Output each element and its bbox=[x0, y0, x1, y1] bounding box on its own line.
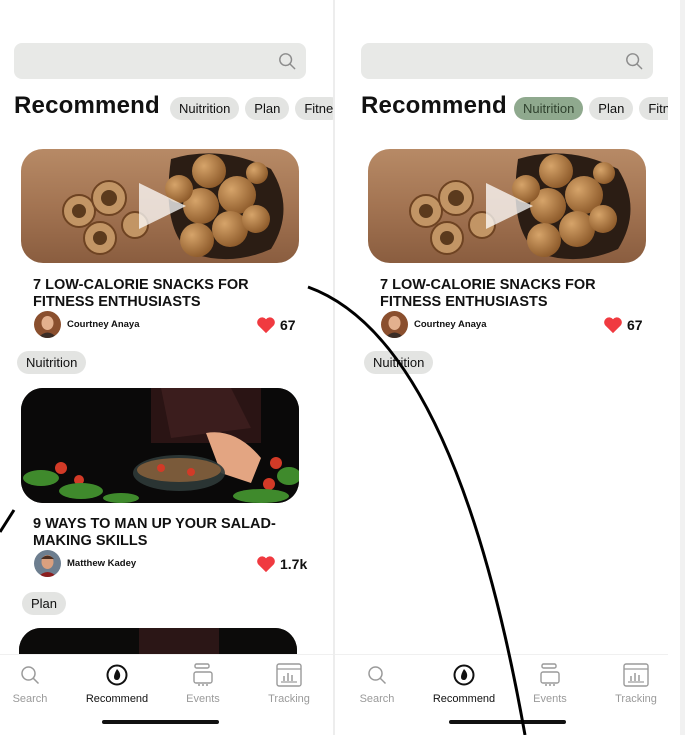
author-name: Courtney Anaya bbox=[67, 319, 140, 330]
author[interactable]: Courtney Anaya bbox=[34, 311, 140, 338]
tab-events[interactable]: Events bbox=[163, 661, 243, 705]
tab-label: Recommend bbox=[432, 693, 496, 705]
chip-fitness[interactable]: Fitne bbox=[639, 97, 668, 120]
heart-icon[interactable] bbox=[603, 316, 623, 334]
like-count-value: 1.7k bbox=[280, 556, 308, 572]
tab-label: Recommend bbox=[85, 693, 149, 705]
tracking-icon bbox=[276, 663, 302, 687]
salad-image[interactable] bbox=[21, 388, 299, 503]
walnut-video-thumbnail[interactable] bbox=[368, 149, 646, 263]
like-count[interactable]: 67 bbox=[256, 316, 296, 334]
author-name: Courtney Anaya bbox=[414, 319, 487, 330]
tab-label: Tracking bbox=[615, 693, 657, 705]
avatar bbox=[34, 550, 61, 577]
article-tag[interactable]: Plan bbox=[22, 592, 67, 615]
search-input[interactable] bbox=[14, 43, 306, 79]
chip-plan[interactable]: Plan bbox=[245, 97, 290, 120]
search-icon bbox=[368, 666, 387, 685]
article-title[interactable]: 7 LOW-CALORIE SNACKS FOR FITNESS ENTHUSI… bbox=[33, 277, 303, 311]
tab-recommend[interactable]: Recommend bbox=[77, 661, 157, 705]
search-icon bbox=[21, 666, 40, 685]
walnut-video-thumbnail[interactable] bbox=[21, 149, 299, 263]
heart-icon[interactable] bbox=[256, 555, 276, 573]
tab-search[interactable]: Search bbox=[337, 661, 417, 705]
article-tag[interactable]: Nuitrition bbox=[17, 351, 87, 374]
like-count-value: 67 bbox=[280, 317, 296, 333]
tab-label: Events bbox=[186, 693, 220, 705]
tab-label: Tracking bbox=[268, 693, 310, 705]
tab-tracking[interactable]: Tracking bbox=[596, 661, 668, 705]
walnut-photo bbox=[409, 153, 631, 260]
tracking-icon bbox=[623, 663, 649, 687]
author-name: Matthew Kadey bbox=[67, 558, 137, 569]
screen-edge bbox=[680, 0, 685, 735]
events-icon bbox=[540, 663, 560, 686]
page-title: Recommend bbox=[361, 92, 507, 119]
like-count-value: 67 bbox=[627, 317, 643, 333]
like-count[interactable]: 67 bbox=[603, 316, 643, 334]
recommend-icon bbox=[453, 664, 475, 686]
author[interactable]: Courtney Anaya bbox=[381, 311, 487, 338]
screen-default: Recommend Nuitrition Plan Fitne 7 LOW-CA… bbox=[0, 0, 333, 735]
salad-photo bbox=[21, 388, 299, 503]
tab-tracking[interactable]: Tracking bbox=[249, 661, 329, 705]
events-icon bbox=[193, 663, 213, 686]
walnut-photo bbox=[62, 153, 284, 260]
category-chips: Nuitrition Plan Fitne bbox=[170, 97, 333, 120]
search-input[interactable] bbox=[361, 43, 653, 79]
home-indicator[interactable] bbox=[449, 720, 566, 724]
chip-nutrition[interactable]: Nuitrition bbox=[170, 97, 240, 120]
page-title: Recommend bbox=[14, 92, 160, 119]
screen-nutrition-selected: Recommend Nuitrition Plan Fitne 7 LOW-CA… bbox=[335, 0, 668, 735]
avatar bbox=[381, 311, 408, 338]
author[interactable]: Matthew Kadey bbox=[34, 550, 136, 577]
chip-nutrition[interactable]: Nuitrition bbox=[514, 97, 584, 120]
search-icon[interactable] bbox=[625, 52, 643, 70]
avatar bbox=[34, 311, 61, 338]
article-title[interactable]: 7 LOW-CALORIE SNACKS FOR FITNESS ENTHUSI… bbox=[380, 277, 650, 311]
tab-label: Search bbox=[12, 693, 48, 705]
heart-icon[interactable] bbox=[256, 316, 276, 334]
chip-fitness[interactable]: Fitne bbox=[295, 97, 333, 120]
tab-search[interactable]: Search bbox=[0, 661, 70, 705]
chip-plan[interactable]: Plan bbox=[589, 97, 634, 120]
article-tag[interactable]: Nuitrition bbox=[364, 351, 434, 374]
home-indicator[interactable] bbox=[102, 720, 219, 724]
recommend-icon bbox=[106, 664, 128, 686]
tab-events[interactable]: Events bbox=[510, 661, 590, 705]
search-icon[interactable] bbox=[278, 52, 296, 70]
like-count[interactable]: 1.7k bbox=[256, 555, 307, 573]
category-chips: Nuitrition Plan Fitne bbox=[514, 97, 668, 120]
tab-label: Events bbox=[533, 693, 567, 705]
tab-label: Search bbox=[359, 693, 395, 705]
article-title[interactable]: 9 WAYS TO MAN UP YOUR SALAD-MAKING SKILL… bbox=[33, 516, 303, 550]
tab-recommend[interactable]: Recommend bbox=[424, 661, 504, 705]
